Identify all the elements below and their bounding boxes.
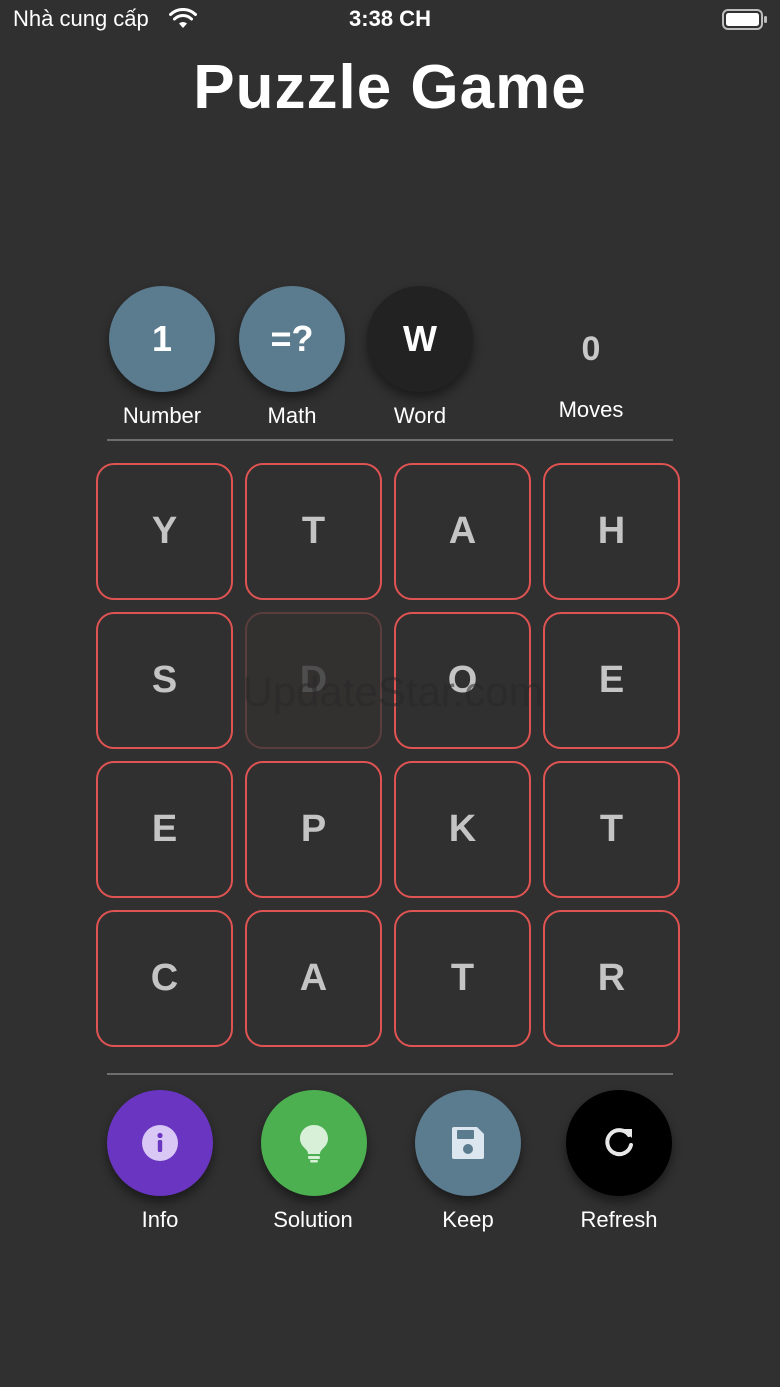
keep-label: Keep [442, 1207, 494, 1232]
refresh-label: Refresh [580, 1207, 658, 1232]
solution-label: Solution [273, 1207, 353, 1232]
tile[interactable]: T [394, 910, 531, 1047]
word-mode-button[interactable]: W [367, 286, 473, 392]
tile[interactable]: A [245, 910, 382, 1047]
tile[interactable]: C [96, 910, 233, 1047]
refresh-button[interactable] [566, 1090, 672, 1196]
math-mode-button[interactable]: =? [239, 286, 345, 392]
save-icon [452, 1127, 484, 1159]
tile[interactable]: Y [96, 463, 233, 600]
lightbulb-icon [300, 1125, 328, 1163]
tile[interactable]: H [543, 463, 680, 600]
word-mode-symbol: W [403, 318, 437, 359]
tile[interactable]: R [543, 910, 680, 1047]
number-mode-button[interactable]: 1 [109, 286, 215, 392]
empty-tile[interactable]: D [245, 612, 382, 749]
page-title: Puzzle Game [193, 53, 587, 122]
status-bar: Nhà cung cấp 3:38 CH [0, 0, 780, 40]
puzzle-game-screen: Nhà cung cấp 3:38 CH Puzzle Game 1 Numbe… [0, 0, 780, 1387]
bottom-divider [107, 1073, 673, 1075]
tile[interactable]: T [245, 463, 382, 600]
moves-counter: 0 [581, 330, 601, 368]
tile[interactable]: K [394, 761, 531, 898]
puzzle-board: Y T A H S D O E E P K T C A T R [96, 463, 684, 1051]
tile[interactable]: T [543, 761, 680, 898]
word-mode-label: Word [393, 403, 447, 428]
info-label: Info [141, 1207, 179, 1232]
tile[interactable]: P [245, 761, 382, 898]
info-icon [142, 1125, 178, 1161]
status-time: 3:38 CH [349, 6, 431, 31]
tile[interactable]: E [543, 612, 680, 749]
tile[interactable]: E [96, 761, 233, 898]
math-mode-symbol: =? [270, 318, 314, 359]
number-mode-symbol: 1 [151, 318, 173, 359]
tile[interactable]: O [394, 612, 531, 749]
tile[interactable]: A [394, 463, 531, 600]
info-button[interactable] [107, 1090, 213, 1196]
top-divider [107, 439, 673, 441]
number-mode-label: Number [122, 403, 202, 428]
solution-button[interactable] [261, 1090, 367, 1196]
moves-label: Moves [558, 397, 624, 422]
tile[interactable]: S [96, 612, 233, 749]
refresh-icon [605, 1128, 633, 1157]
keep-button[interactable] [415, 1090, 521, 1196]
math-mode-label: Math [267, 403, 317, 428]
battery-icon [722, 9, 767, 30]
